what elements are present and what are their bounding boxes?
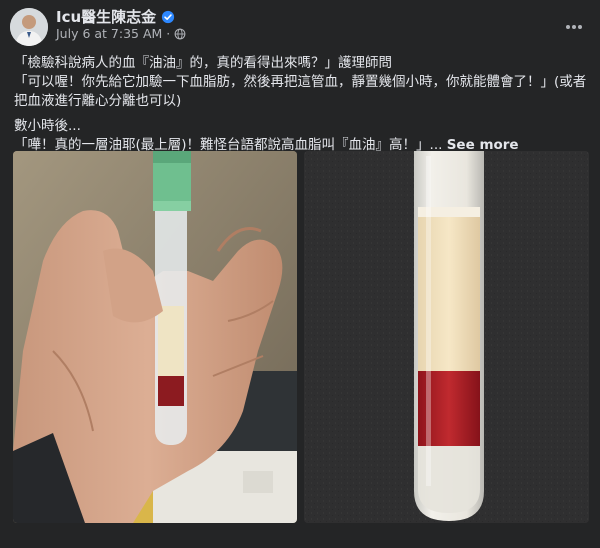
author-name[interactable]: Icu醫生陳志金 (56, 6, 156, 27)
photo-tube-closeup[interactable] (304, 151, 589, 523)
post-meta: July 6 at 7:35 AM · (56, 26, 186, 41)
avatar-photo-icon (10, 8, 48, 46)
more-options-icon[interactable] (566, 14, 586, 29)
blood-tube-photo-left (13, 151, 297, 523)
author-row: Icu醫生陳志金 (56, 6, 175, 27)
blood-tube-photo-right (304, 151, 589, 523)
globe-icon[interactable] (174, 28, 186, 40)
post-timestamp[interactable]: July 6 at 7:35 AM (56, 26, 162, 41)
avatar[interactable] (10, 8, 48, 46)
post-paragraph: 「檢驗科說病人的血『油油』的，真的看得出來嗎？」護理師問 (14, 55, 392, 71)
post-text: 「檢驗科說病人的血『油油』的，真的看得出來嗎？」護理師問 「可以喔！你先給它加驗… (14, 54, 590, 155)
post-paragraph: 數小時後... (14, 118, 81, 134)
meta-separator: · (166, 26, 171, 41)
photo-hand-holding-tube[interactable] (13, 151, 297, 523)
verified-badge-icon (162, 10, 175, 23)
facebook-post: Icu醫生陳志金 July 6 at 7:35 AM · 「檢驗科說病人的血『油… (0, 0, 600, 548)
post-paragraph: 「可以喔！你先給它加驗一下血脂肪，然後再把這管血，靜置幾個小時，你就能體會了！」… (14, 74, 587, 109)
